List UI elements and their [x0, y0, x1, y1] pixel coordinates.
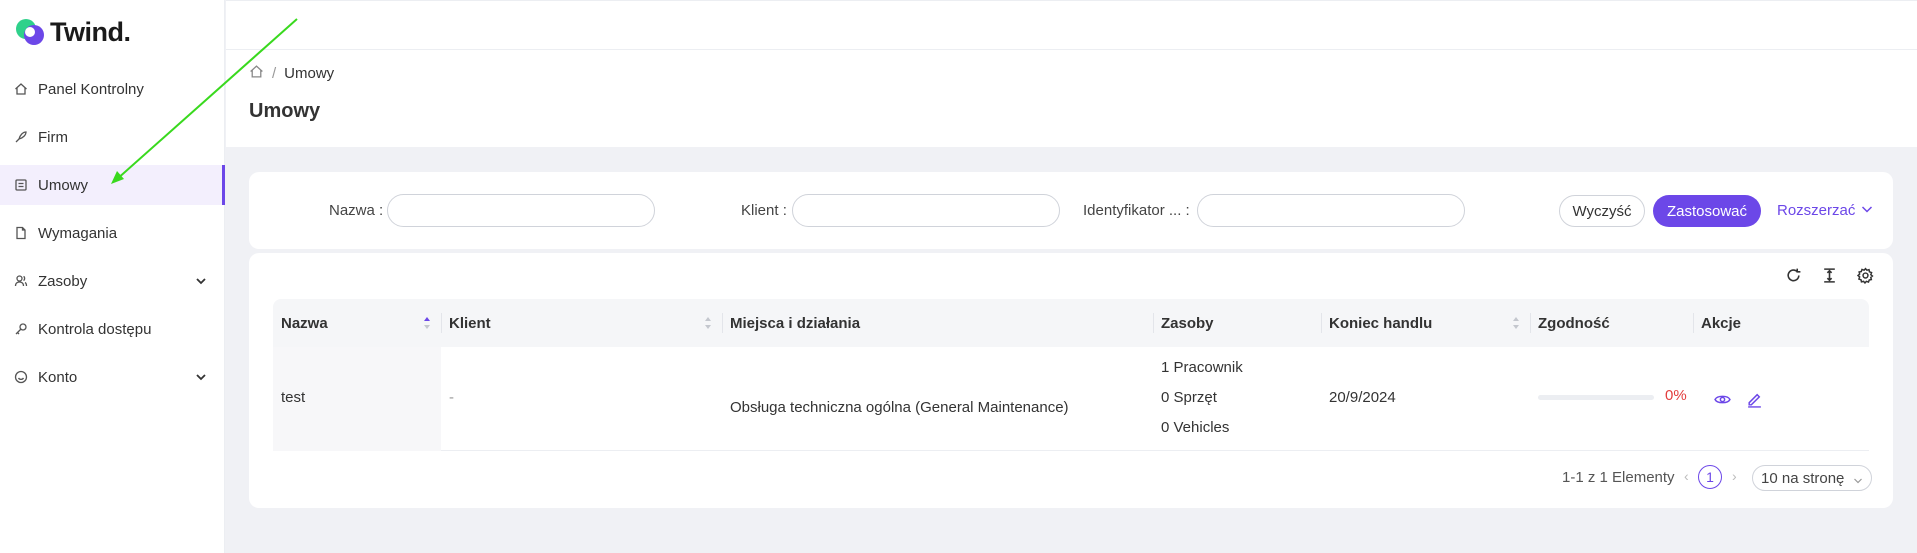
table-header: Nazwa Klient Miejsca i działania Zasoby …: [273, 299, 1869, 347]
column-header-koniec-handlu[interactable]: Koniec handlu: [1321, 299, 1530, 347]
filter-label-klient: Klient :: [741, 202, 787, 219]
expand-filters-link[interactable]: Rozszerzać: [1777, 202, 1873, 219]
sidebar-item-label: Konto: [38, 368, 78, 386]
page-size-label: 10 na stronę: [1761, 469, 1845, 487]
chevron-down-icon: [1853, 473, 1863, 490]
eye-icon[interactable]: [1712, 389, 1732, 409]
sort-icon[interactable]: [1512, 316, 1520, 330]
column-header-miejsca: Miejsca i działania: [722, 299, 1153, 347]
chevron-down-icon[interactable]: [195, 370, 207, 387]
users-icon: [13, 273, 29, 289]
cell-miejsca: Obsługa techniczna ogólna (General Maint…: [730, 399, 1069, 416]
sidebar: Twind. Panel Kontrolny Firm Umowy Wymaga…: [0, 0, 225, 553]
breadcrumb-current: Umowy: [284, 65, 335, 82]
sidebar-item-wymagania[interactable]: Wymagania: [0, 213, 225, 253]
smile-icon: [13, 369, 29, 385]
rocket-icon: [13, 129, 29, 145]
klient-input[interactable]: [792, 194, 1060, 227]
sidebar-item-label: Wymagania: [38, 224, 118, 242]
sidebar-item-umowy[interactable]: Umowy: [0, 165, 225, 205]
column-header-akcje: Akcje: [1693, 299, 1869, 347]
column-header-nazwa[interactable]: Nazwa: [273, 299, 441, 347]
filter-label-nazwa: Nazwa :: [329, 202, 384, 219]
page-title: Umowy: [249, 100, 321, 122]
cell-nazwa: test: [281, 389, 306, 406]
column-height-icon[interactable]: [1819, 265, 1839, 285]
sidebar-item-label: Firm: [38, 128, 68, 146]
logo[interactable]: Twind.: [14, 16, 131, 48]
sidebar-item-label: Zasoby: [38, 272, 88, 290]
top-bar: [226, 0, 1917, 50]
breadcrumb-separator: /: [272, 65, 277, 82]
column-header-klient[interactable]: Klient: [441, 299, 722, 347]
column-label: Zasoby: [1161, 314, 1214, 332]
home-icon: [13, 81, 29, 97]
clear-button[interactable]: Wyczyść: [1559, 195, 1645, 227]
sidebar-item-firm[interactable]: Firm: [0, 117, 225, 157]
sidebar-item-konto[interactable]: Konto: [0, 357, 225, 397]
document-icon: [13, 225, 29, 241]
filter-label-identyfikator: Identyfikator ... :: [1083, 202, 1190, 219]
column-header-zasoby: Zasoby: [1153, 299, 1321, 347]
cell-klient: -: [449, 389, 454, 406]
cell-koniec-handlu: 20/9/2024: [1329, 389, 1396, 406]
page-header: / Umowy Umowy: [226, 50, 1917, 147]
next-page-icon[interactable]: ›: [1732, 468, 1737, 484]
column-label: Akcje: [1701, 314, 1742, 332]
column-label: Koniec handlu: [1329, 314, 1433, 332]
nazwa-input[interactable]: [387, 194, 655, 227]
cell-zasoby-vehicles: 0 Vehicles: [1161, 419, 1230, 436]
home-icon[interactable]: [249, 64, 264, 83]
logo-mark-icon: [14, 16, 46, 48]
apply-button[interactable]: Zastosować: [1653, 195, 1761, 227]
sidebar-item-label: Panel Kontrolny: [38, 80, 144, 98]
column-label: Nazwa: [281, 314, 328, 332]
column-label: Miejsca i działania: [730, 314, 861, 332]
table-toolbar: [1783, 265, 1875, 285]
prev-page-icon[interactable]: ‹: [1684, 468, 1689, 484]
reload-icon[interactable]: [1783, 265, 1803, 285]
identyfikator-input[interactable]: [1197, 194, 1465, 227]
sidebar-item-label: Kontrola dostępu: [38, 320, 152, 338]
sidebar-item-label: Umowy: [38, 176, 89, 194]
compliance-progress-bar: [1538, 395, 1654, 400]
edit-icon[interactable]: [1744, 389, 1764, 409]
sort-icon[interactable]: [704, 316, 712, 330]
column-header-zgodnosc: Zgodność: [1530, 299, 1693, 347]
cell-zasoby-pracownik: 1 Pracownik: [1161, 359, 1243, 376]
pagination-summary: 1-1 z 1 Elementy: [1562, 469, 1675, 486]
table-row[interactable]: test - Obsługa techniczna ogólna (Genera…: [273, 347, 1869, 451]
page-size-select[interactable]: 10 na stronę: [1752, 465, 1872, 491]
sidebar-item-panel-kontrolny[interactable]: Panel Kontrolny: [0, 69, 225, 109]
column-label: Zgodność: [1538, 314, 1610, 332]
breadcrumb: / Umowy: [249, 64, 334, 83]
sort-icon[interactable]: [423, 316, 431, 330]
cell-zasoby-sprzet: 0 Sprzęt: [1161, 389, 1217, 406]
contract-icon: [13, 177, 29, 193]
key-icon: [13, 321, 29, 337]
compliance-percent: 0%: [1665, 387, 1687, 404]
sidebar-item-zasoby[interactable]: Zasoby: [0, 261, 225, 301]
sidebar-item-kontrola-dostepu[interactable]: Kontrola dostępu: [0, 309, 225, 349]
column-label: Klient: [449, 314, 491, 332]
chevron-down-icon[interactable]: [195, 274, 207, 291]
page-number-button[interactable]: 1: [1698, 465, 1722, 489]
logo-text: Twind.: [50, 16, 131, 47]
chevron-down-icon: [1861, 202, 1873, 219]
settings-icon[interactable]: [1855, 265, 1875, 285]
expand-label: Rozszerzać: [1777, 202, 1856, 219]
table-panel: Nazwa Klient Miejsca i działania Zasoby …: [249, 253, 1893, 508]
filter-panel: Nazwa : Klient : Identyfikator ... : Wyc…: [249, 172, 1893, 249]
